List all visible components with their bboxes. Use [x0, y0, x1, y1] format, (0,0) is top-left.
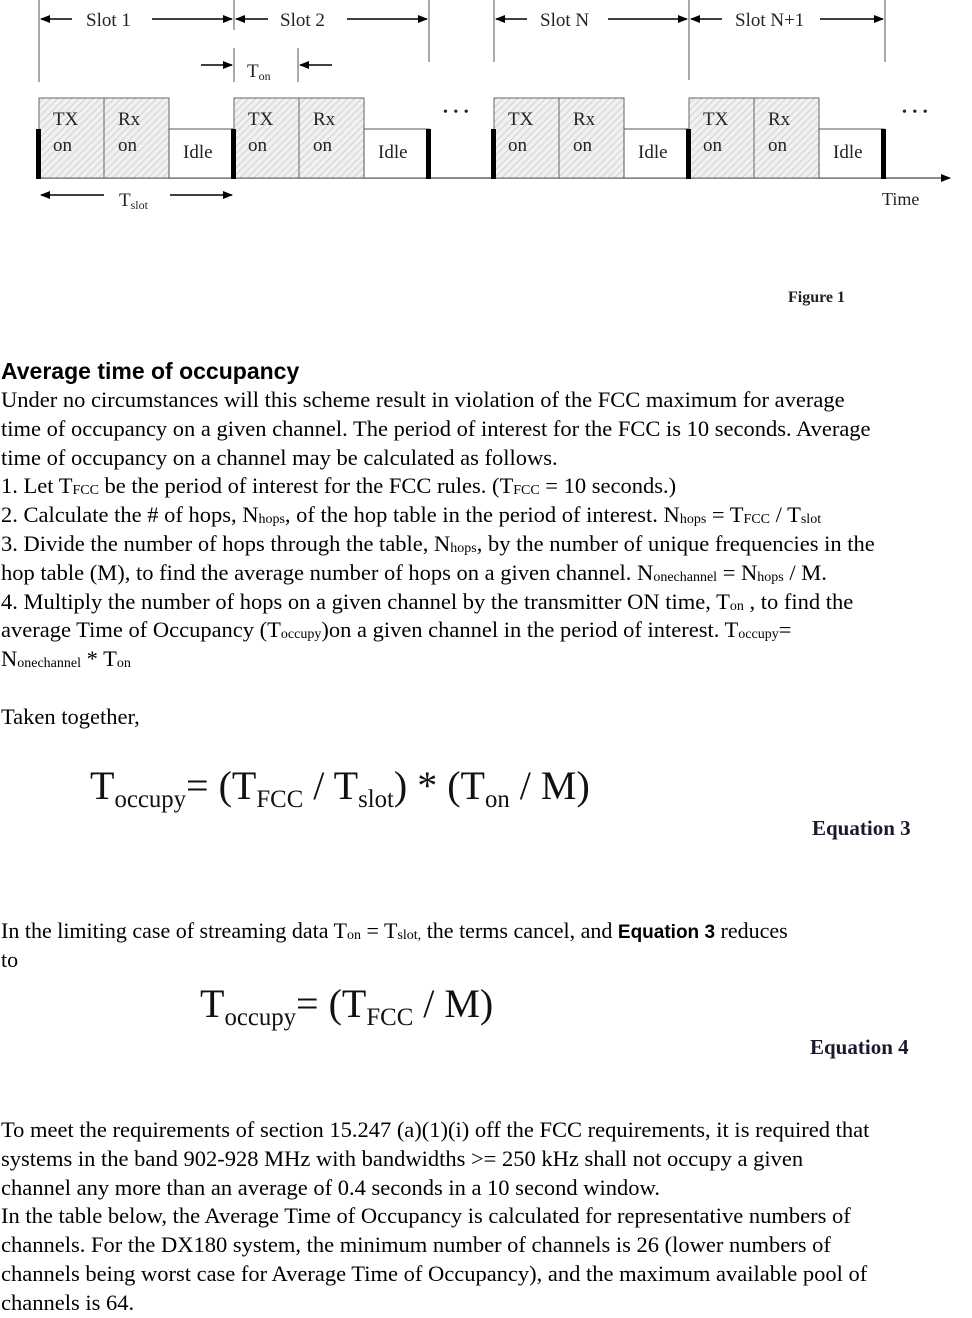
- idle-label: Idle: [638, 142, 668, 163]
- rx-label: Rx: [573, 109, 596, 130]
- figure-caption: Figure 1: [788, 289, 845, 306]
- equation-4: Toccupy= (TFCC / M): [200, 981, 494, 1031]
- rx-label: Rx: [768, 109, 791, 130]
- ellipsis: • • •: [902, 105, 929, 120]
- tx-label: TX: [248, 109, 274, 130]
- limiting-case-paragraph: In the limiting case of streaming data T…: [1, 918, 788, 972]
- slot-boundary-bar: [231, 129, 236, 179]
- slot-block: TX on Rx on Idle: [231, 97, 431, 179]
- slot-label: Slot 2: [280, 10, 325, 31]
- slot-label: Slot N+1: [735, 10, 804, 31]
- step-2: 2. Calculate the # of hops, Nhops, of th…: [1, 502, 822, 528]
- tx-label: TX: [508, 109, 534, 130]
- equation-3: Toccupy= (TFCC / Tslot) * (Ton / M): [90, 763, 590, 813]
- requirements-paragraph: To meet the requirements of section 15.2…: [1, 1116, 972, 1318]
- tx-on-label: on: [703, 135, 723, 156]
- tx-label: TX: [703, 109, 729, 130]
- equation-3-label: Equation 3: [812, 816, 911, 840]
- step-3: 3. Divide the number of hops through the…: [1, 530, 875, 556]
- slot-boundary-bar: [36, 129, 41, 179]
- tx-on-label: on: [53, 135, 73, 156]
- tx-label: TX: [53, 109, 79, 130]
- requirements-line: In the table below, the Average Time of …: [1, 1203, 851, 1229]
- requirements-line: channel any more than an average of 0.4 …: [1, 1174, 660, 1200]
- slot-label: Slot 1: [86, 10, 131, 31]
- slot-block: TX on Rx on Idle: [686, 97, 886, 179]
- timing-diagram-figure: TX on Rx on Idle TX on Rx on Idle TX on Rx on Idle TX on…: [0, 0, 972, 320]
- step-4-formula: Nonechannel * Ton: [1, 646, 131, 672]
- ton-label: Ton: [247, 61, 271, 83]
- slot-end-bar: [426, 129, 431, 179]
- step-1: 1. Let TFCC be the period of interest fo…: [1, 473, 677, 499]
- slot-label: Slot N: [540, 10, 589, 31]
- slot-block: TX on Rx on Idle: [491, 97, 691, 179]
- requirements-line: systems in the band 902-928 MHz with ban…: [1, 1145, 804, 1171]
- equation-3-reference: Equation 3: [617, 922, 716, 943]
- intro-line: time of occupancy on a channel may be ca…: [1, 444, 558, 470]
- step-4-cont: average Time of Occupancy (Toccupy)on a …: [1, 617, 792, 643]
- requirements-line: To meet the requirements of section 15.2…: [1, 1117, 870, 1142]
- step-3-cont: hop table (M), to find the average numbe…: [1, 559, 827, 585]
- rx-on-label: on: [313, 135, 333, 156]
- slot-boundary-bar: [686, 129, 691, 179]
- slot-end-bar: [881, 129, 886, 179]
- tslot-label: Tslot: [119, 190, 149, 212]
- equation-4-label: Equation 4: [810, 1035, 909, 1059]
- rx-on-label: on: [118, 135, 138, 156]
- intro-line: time of occupancy on a given channel. Th…: [1, 415, 871, 441]
- requirements-line: channels being worst case for Average Ti…: [1, 1260, 868, 1286]
- ellipsis: • • •: [443, 105, 470, 120]
- taken-together: Taken together,: [1, 703, 140, 729]
- time-label: Time: [882, 189, 919, 209]
- intro-paragraph: Under no circumstances will this scheme …: [1, 386, 972, 732]
- tx-on-label: on: [508, 135, 528, 156]
- slot-block: TX on Rx on Idle: [36, 97, 236, 179]
- requirements-line: channels. For the DX180 system, the mini…: [1, 1232, 831, 1258]
- idle-label: Idle: [833, 142, 863, 163]
- requirements-line: channels is 64.: [1, 1289, 135, 1315]
- timing-diagram: TX on Rx on Idle TX on Rx on Idle TX on Rx on Idle TX on…: [36, 0, 951, 306]
- step-4: 4. Multiply the number of hops on a give…: [1, 588, 854, 614]
- idle-label: Idle: [378, 142, 408, 163]
- intro-line: Under no circumstances will this scheme …: [1, 387, 845, 412]
- rx-on-label: on: [573, 135, 593, 156]
- rx-label: Rx: [313, 109, 336, 130]
- tx-on-label: on: [248, 135, 268, 156]
- slot-boundary-bar: [491, 129, 496, 179]
- section-heading: Average time of occupancy: [1, 358, 300, 384]
- idle-label: Idle: [183, 142, 213, 163]
- rx-label: Rx: [118, 109, 141, 130]
- rx-on-label: on: [768, 135, 788, 156]
